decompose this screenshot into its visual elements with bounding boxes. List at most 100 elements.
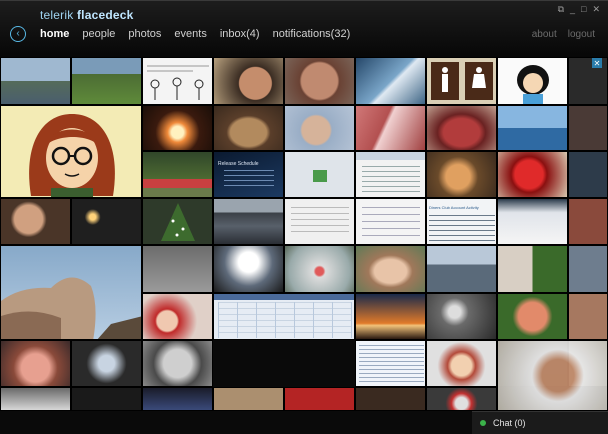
back-button[interactable]: ‹ bbox=[10, 26, 26, 42]
photo-tile[interactable] bbox=[142, 245, 213, 293]
photo-tile[interactable] bbox=[213, 198, 284, 245]
cartoon-portrait-tile[interactable] bbox=[0, 105, 142, 198]
photo-tile[interactable] bbox=[284, 387, 355, 411]
nav-people[interactable]: people bbox=[82, 28, 115, 40]
nav-logout[interactable]: logout bbox=[568, 29, 595, 40]
calendar-header bbox=[214, 294, 354, 300]
photo-tile[interactable] bbox=[426, 387, 497, 411]
chat-label: Chat (0) bbox=[493, 418, 526, 428]
photo-tile[interactable] bbox=[355, 387, 426, 411]
cartoon-tile[interactable] bbox=[497, 57, 568, 105]
photo-tile[interactable] bbox=[497, 245, 568, 293]
comic-tile[interactable] bbox=[142, 57, 213, 105]
online-status-icon bbox=[480, 420, 486, 426]
app-brand: telerik flacedeck bbox=[40, 8, 133, 22]
rock-formation-image bbox=[1, 277, 141, 339]
photo-tile[interactable] bbox=[71, 198, 142, 245]
window-controls: ⧉ _ □ ✕ bbox=[558, 4, 600, 15]
photo-tile[interactable] bbox=[355, 245, 426, 293]
photo-tile[interactable] bbox=[0, 57, 71, 105]
text-lines bbox=[362, 166, 420, 192]
photo-tile[interactable] bbox=[71, 387, 142, 411]
photo-tile[interactable] bbox=[71, 340, 142, 387]
photo-tile[interactable] bbox=[568, 57, 608, 105]
release-schedule-tile[interactable]: Release Schedule bbox=[213, 151, 284, 198]
tree-image bbox=[161, 203, 195, 241]
window-screenshot-tile[interactable] bbox=[355, 151, 426, 198]
form-rows bbox=[291, 207, 349, 237]
back-arrow-icon: ‹ bbox=[16, 28, 20, 39]
main-nav: home people photos events inbox(4) notif… bbox=[40, 28, 350, 40]
list-rows bbox=[359, 345, 424, 383]
photo-tile[interactable] bbox=[497, 340, 608, 411]
photo-tile[interactable] bbox=[568, 198, 608, 245]
close-window-icon[interactable]: ✕ bbox=[592, 4, 600, 15]
photo-tile[interactable] bbox=[355, 293, 426, 340]
photo-tile[interactable] bbox=[426, 105, 497, 151]
photo-tile[interactable] bbox=[213, 245, 284, 293]
photo-tile[interactable] bbox=[0, 198, 71, 245]
nav-about[interactable]: about bbox=[532, 29, 557, 40]
nav-home[interactable]: home bbox=[40, 28, 69, 40]
brand-name: flacedeck bbox=[76, 8, 134, 22]
top-bar: telerik flacedeck ‹ home people photos e… bbox=[0, 0, 608, 57]
photo-tile[interactable] bbox=[426, 340, 497, 387]
calendar-grid bbox=[218, 302, 352, 338]
folder-icon bbox=[313, 170, 327, 182]
diners-club-title: Diners Club Account Activity bbox=[429, 205, 479, 210]
chat-bar[interactable]: Chat (0) bbox=[472, 411, 608, 434]
cartoon-woman-image bbox=[29, 114, 115, 197]
window-screenshot-tile[interactable] bbox=[284, 151, 355, 198]
nav-events[interactable]: events bbox=[174, 28, 206, 40]
photo-tile[interactable] bbox=[284, 245, 355, 293]
rock-arch-tile[interactable] bbox=[0, 245, 142, 340]
photo-tile[interactable] bbox=[284, 57, 355, 105]
photo-tile[interactable] bbox=[426, 151, 497, 198]
photo-tile[interactable] bbox=[142, 105, 213, 151]
restroom-sign-tile[interactable] bbox=[426, 57, 497, 105]
window-screenshot-tile[interactable] bbox=[284, 198, 355, 245]
photo-tile[interactable] bbox=[213, 387, 284, 411]
right-nav: about logout bbox=[532, 29, 595, 40]
nav-notifications[interactable]: notifications(32) bbox=[273, 28, 351, 40]
photo-tile[interactable] bbox=[426, 245, 497, 293]
christmas-tree-tile[interactable] bbox=[142, 198, 213, 245]
release-schedule-title: Release Schedule bbox=[218, 161, 259, 167]
diners-club-tile[interactable]: Diners Club Account Activity bbox=[426, 198, 497, 245]
photo-tile[interactable] bbox=[568, 245, 608, 293]
cartoon-girl-image bbox=[517, 65, 549, 104]
photo-tile[interactable] bbox=[497, 151, 568, 198]
maximize-icon[interactable]: □ bbox=[581, 4, 586, 15]
nav-photos[interactable]: photos bbox=[128, 28, 161, 40]
window-screenshot-tile[interactable] bbox=[355, 198, 426, 245]
close-icon[interactable]: ✕ bbox=[592, 58, 602, 68]
restore-icon[interactable]: ⧉ bbox=[558, 4, 564, 15]
photo-tile[interactable] bbox=[142, 151, 213, 198]
photo-tile[interactable] bbox=[568, 293, 608, 340]
photo-tile[interactable] bbox=[213, 105, 284, 151]
photo-tile[interactable] bbox=[142, 293, 213, 340]
photo-tile[interactable] bbox=[142, 340, 213, 387]
photo-tile[interactable] bbox=[0, 340, 71, 387]
form-rows bbox=[362, 207, 420, 237]
window-screenshot-tile[interactable] bbox=[355, 340, 426, 387]
photo-tile[interactable] bbox=[497, 293, 568, 340]
photo-tile[interactable] bbox=[497, 198, 568, 245]
photo-tile[interactable] bbox=[426, 293, 497, 340]
minimize-icon[interactable]: _ bbox=[570, 4, 575, 15]
photo-tile[interactable] bbox=[284, 105, 355, 151]
restroom-icon bbox=[431, 62, 493, 100]
photo-tile[interactable] bbox=[355, 57, 426, 105]
photo-tile[interactable] bbox=[568, 151, 608, 198]
nav-inbox[interactable]: inbox(4) bbox=[220, 28, 260, 40]
photo-tile[interactable] bbox=[71, 57, 142, 105]
statement-rows bbox=[429, 215, 495, 241]
photo-tile[interactable] bbox=[0, 387, 71, 411]
calendar-screenshot-tile[interactable] bbox=[213, 293, 355, 340]
photo-tile[interactable] bbox=[142, 387, 213, 411]
comic-strip-image bbox=[147, 65, 209, 100]
photo-tile[interactable] bbox=[213, 57, 284, 105]
photo-tile[interactable] bbox=[568, 105, 608, 151]
photo-tile[interactable] bbox=[497, 105, 568, 151]
photo-tile[interactable] bbox=[355, 105, 426, 151]
